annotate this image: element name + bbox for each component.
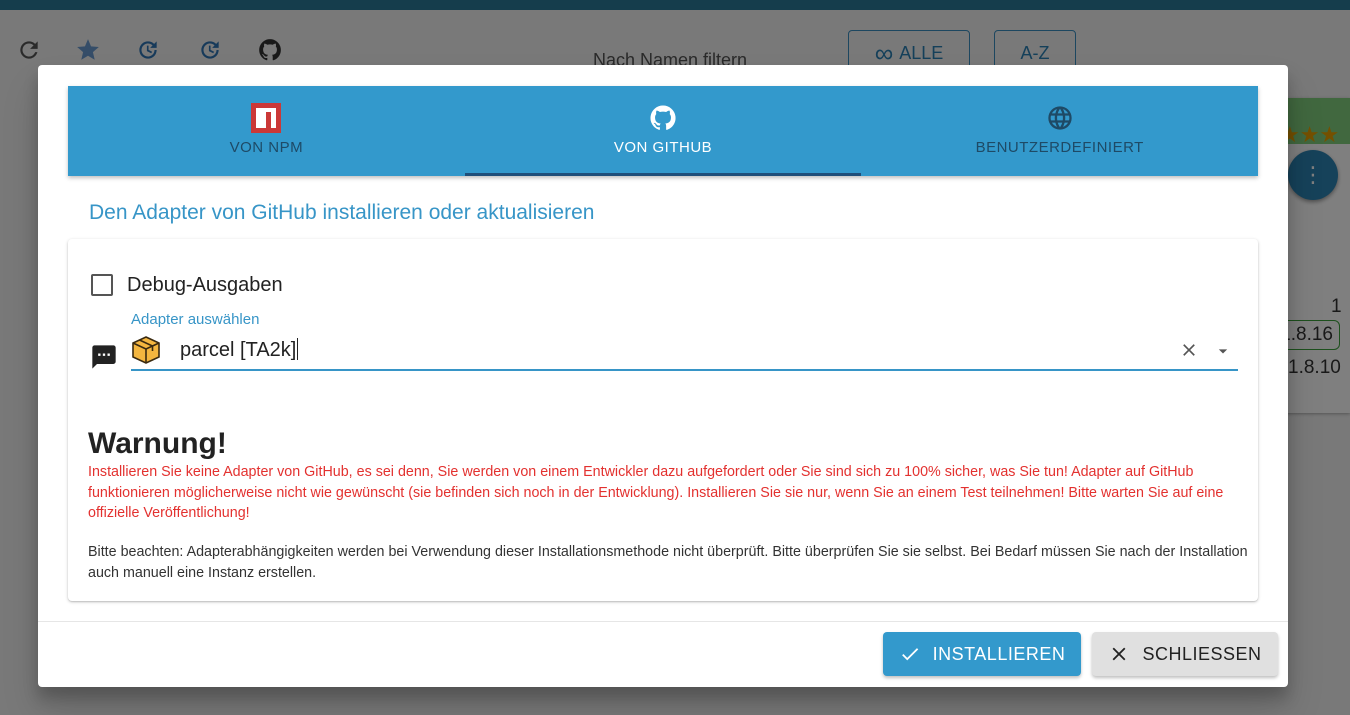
tab-custom[interactable]: BENUTZERDEFINIERT: [861, 86, 1258, 176]
warning-text: Installieren Sie keine Adapter von GitHu…: [88, 464, 1224, 521]
tab-npm[interactable]: VON NPM: [68, 86, 465, 176]
package-icon: [132, 336, 160, 364]
npm-icon: [251, 103, 282, 133]
install-button-label: INSTALLIEREN: [932, 643, 1066, 664]
tab-github-label: VON GITHUB: [613, 139, 713, 156]
tab-custom-label: BENUTZERDEFINIERT: [975, 139, 1144, 156]
adapter-select-label: Adapter auswählen: [131, 311, 260, 328]
close-icon: [1113, 647, 1126, 661]
install-source-tabs: VON NPM VON GITHUB BENUTZERDEFINIERT: [68, 86, 1258, 176]
close-button-label: SCHLIESSEN: [1142, 643, 1262, 664]
tab-github[interactable]: VON GITHUB: [464, 86, 862, 176]
debug-checkbox[interactable]: [91, 274, 113, 296]
close-button[interactable]: SCHLIESSEN: [1092, 632, 1278, 676]
adapter-select-text: parcel [TA2k]: [180, 339, 297, 361]
dialog-heading: Den Adapter von GitHub installieren oder…: [89, 201, 595, 224]
text-cursor: [297, 338, 299, 360]
tab-npm-label: VON NPM: [229, 139, 304, 156]
globe-icon: [1045, 103, 1075, 133]
note-text: Bitte beachten: Adapterabhängigkeiten we…: [88, 544, 1248, 581]
install-from-github-dialog: VON NPM VON GITHUB BENUTZERDEFINIERT Den…: [38, 65, 1288, 687]
chat-icon: [92, 345, 116, 369]
adapter-select-input[interactable]: parcel [TA2k]: [131, 333, 1238, 371]
adapter-select-value: parcel [TA2k]: [180, 338, 299, 362]
debug-checkbox-label[interactable]: Debug-Ausgaben: [127, 274, 283, 297]
github-icon: [648, 103, 678, 133]
chevron-down-icon[interactable]: [1213, 341, 1233, 361]
install-form-panel: Debug-Ausgaben Adapter auswählen parcel …: [68, 239, 1258, 601]
clear-icon[interactable]: [1179, 340, 1199, 360]
warning-title: Warnung!: [88, 427, 227, 460]
check-icon: [901, 648, 918, 661]
dialog-actions-divider: [38, 621, 1288, 622]
install-button[interactable]: INSTALLIEREN: [883, 632, 1081, 676]
